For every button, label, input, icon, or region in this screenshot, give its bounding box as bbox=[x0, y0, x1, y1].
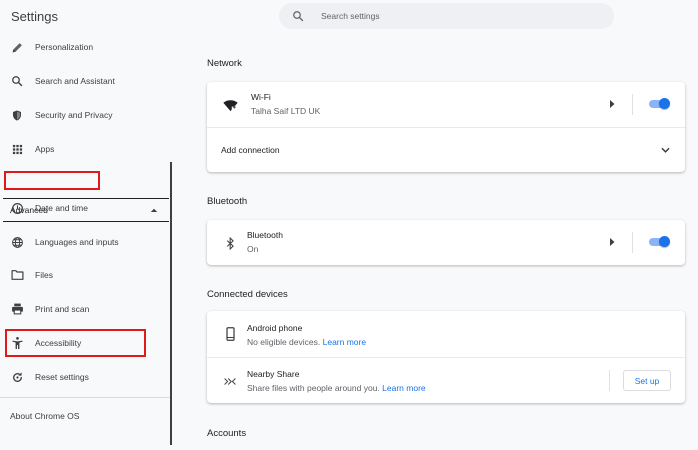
bluetooth-title: Bluetooth bbox=[247, 230, 283, 240]
bluetooth-toggle[interactable] bbox=[649, 235, 671, 249]
arrow-right-icon[interactable] bbox=[610, 100, 615, 108]
globe-icon bbox=[10, 235, 24, 249]
sidebar-item-languages[interactable]: Languages and inputs bbox=[0, 227, 168, 257]
android-phone-subtitle: No eligible devices. bbox=[247, 337, 321, 347]
android-phone-status: No eligible devices. Learn more bbox=[247, 337, 366, 347]
row-separator bbox=[632, 232, 633, 253]
sidebar-item-date-time[interactable]: Date and time bbox=[0, 193, 168, 223]
android-phone-title: Android phone bbox=[247, 323, 303, 333]
network-card: Wi-Fi Talha Saif LTD UK Add connection bbox=[207, 82, 685, 172]
clock-icon bbox=[10, 201, 24, 215]
nearby-share-row[interactable]: Nearby Share Share files with people aro… bbox=[207, 358, 685, 403]
bluetooth-card: Bluetooth On bbox=[207, 220, 685, 265]
reset-icon bbox=[10, 370, 24, 384]
page-title: Settings bbox=[11, 9, 58, 24]
sidebar-item-label: Print and scan bbox=[35, 304, 90, 314]
sidebar-item-about[interactable]: About Chrome OS bbox=[10, 411, 79, 421]
row-separator bbox=[609, 370, 610, 391]
sidebar-item-label: Personalization bbox=[35, 42, 94, 52]
sidebar-item-print-scan[interactable]: Print and scan bbox=[0, 294, 168, 324]
wifi-icon bbox=[222, 97, 238, 113]
sidebar: Personalization Search and Assistant Sec… bbox=[0, 30, 170, 450]
phone-icon bbox=[222, 326, 238, 342]
shield-icon bbox=[10, 108, 24, 122]
network-heading: Network bbox=[207, 58, 242, 69]
add-connection-label: Add connection bbox=[221, 145, 280, 155]
sidebar-item-label: Apps bbox=[35, 144, 55, 154]
sidebar-scrollbar[interactable] bbox=[170, 162, 172, 445]
sidebar-item-reset[interactable]: Reset settings bbox=[0, 362, 168, 392]
folder-icon bbox=[10, 268, 24, 282]
bluetooth-row[interactable]: Bluetooth On bbox=[207, 220, 685, 265]
set-up-button[interactable]: Set up bbox=[623, 370, 671, 391]
search-icon bbox=[293, 11, 304, 22]
highlight-box-advanced bbox=[4, 171, 100, 190]
bluetooth-heading: Bluetooth bbox=[207, 196, 248, 207]
apps-grid-icon bbox=[10, 142, 24, 156]
sidebar-item-search-assistant[interactable]: Search and Assistant bbox=[0, 66, 168, 96]
nearby-share-description: Share files with people around you. Lear… bbox=[247, 383, 426, 393]
sidebar-item-label: Date and time bbox=[35, 203, 88, 213]
chevron-down-icon[interactable] bbox=[661, 147, 670, 153]
search-icon bbox=[10, 74, 24, 88]
accounts-heading: Accounts bbox=[207, 428, 247, 439]
sidebar-item-label: Languages and inputs bbox=[35, 237, 119, 247]
sidebar-item-security-privacy[interactable]: Security and Privacy bbox=[0, 100, 168, 130]
nearby-share-icon bbox=[222, 373, 238, 389]
nearby-share-title: Nearby Share bbox=[247, 369, 300, 379]
search-input[interactable] bbox=[319, 10, 583, 22]
wifi-toggle[interactable] bbox=[649, 97, 671, 111]
highlight-box-accessibility bbox=[5, 329, 146, 357]
learn-more-link[interactable]: Learn more bbox=[382, 383, 425, 393]
row-separator bbox=[632, 94, 633, 115]
connected-devices-heading: Connected devices bbox=[207, 289, 288, 300]
arrow-right-icon[interactable] bbox=[610, 238, 615, 246]
search-box[interactable] bbox=[279, 3, 614, 29]
sidebar-item-label: Reset settings bbox=[35, 372, 89, 382]
learn-more-link[interactable]: Learn more bbox=[323, 337, 366, 347]
sidebar-item-personalization[interactable]: Personalization bbox=[0, 32, 168, 62]
pencil-icon bbox=[10, 40, 24, 54]
wifi-title: Wi-Fi bbox=[251, 92, 271, 102]
android-phone-row[interactable]: Android phone No eligible devices. Learn… bbox=[207, 311, 685, 357]
add-connection-row[interactable]: Add connection bbox=[207, 128, 685, 172]
sidebar-item-label: Search and Assistant bbox=[35, 76, 115, 86]
sidebar-item-label: Security and Privacy bbox=[35, 110, 113, 120]
nearby-share-subtitle: Share files with people around you. bbox=[247, 383, 380, 393]
printer-icon bbox=[10, 302, 24, 316]
sidebar-item-label: Files bbox=[35, 270, 53, 280]
sidebar-divider bbox=[0, 397, 170, 398]
wifi-row[interactable]: Wi-Fi Talha Saif LTD UK bbox=[207, 82, 685, 127]
bluetooth-status: On bbox=[247, 244, 259, 254]
connected-devices-card: Android phone No eligible devices. Learn… bbox=[207, 311, 685, 403]
wifi-network-name: Talha Saif LTD UK bbox=[251, 106, 321, 116]
bluetooth-icon bbox=[222, 235, 238, 251]
sidebar-item-apps[interactable]: Apps bbox=[0, 134, 168, 164]
sidebar-item-files[interactable]: Files bbox=[0, 260, 168, 290]
